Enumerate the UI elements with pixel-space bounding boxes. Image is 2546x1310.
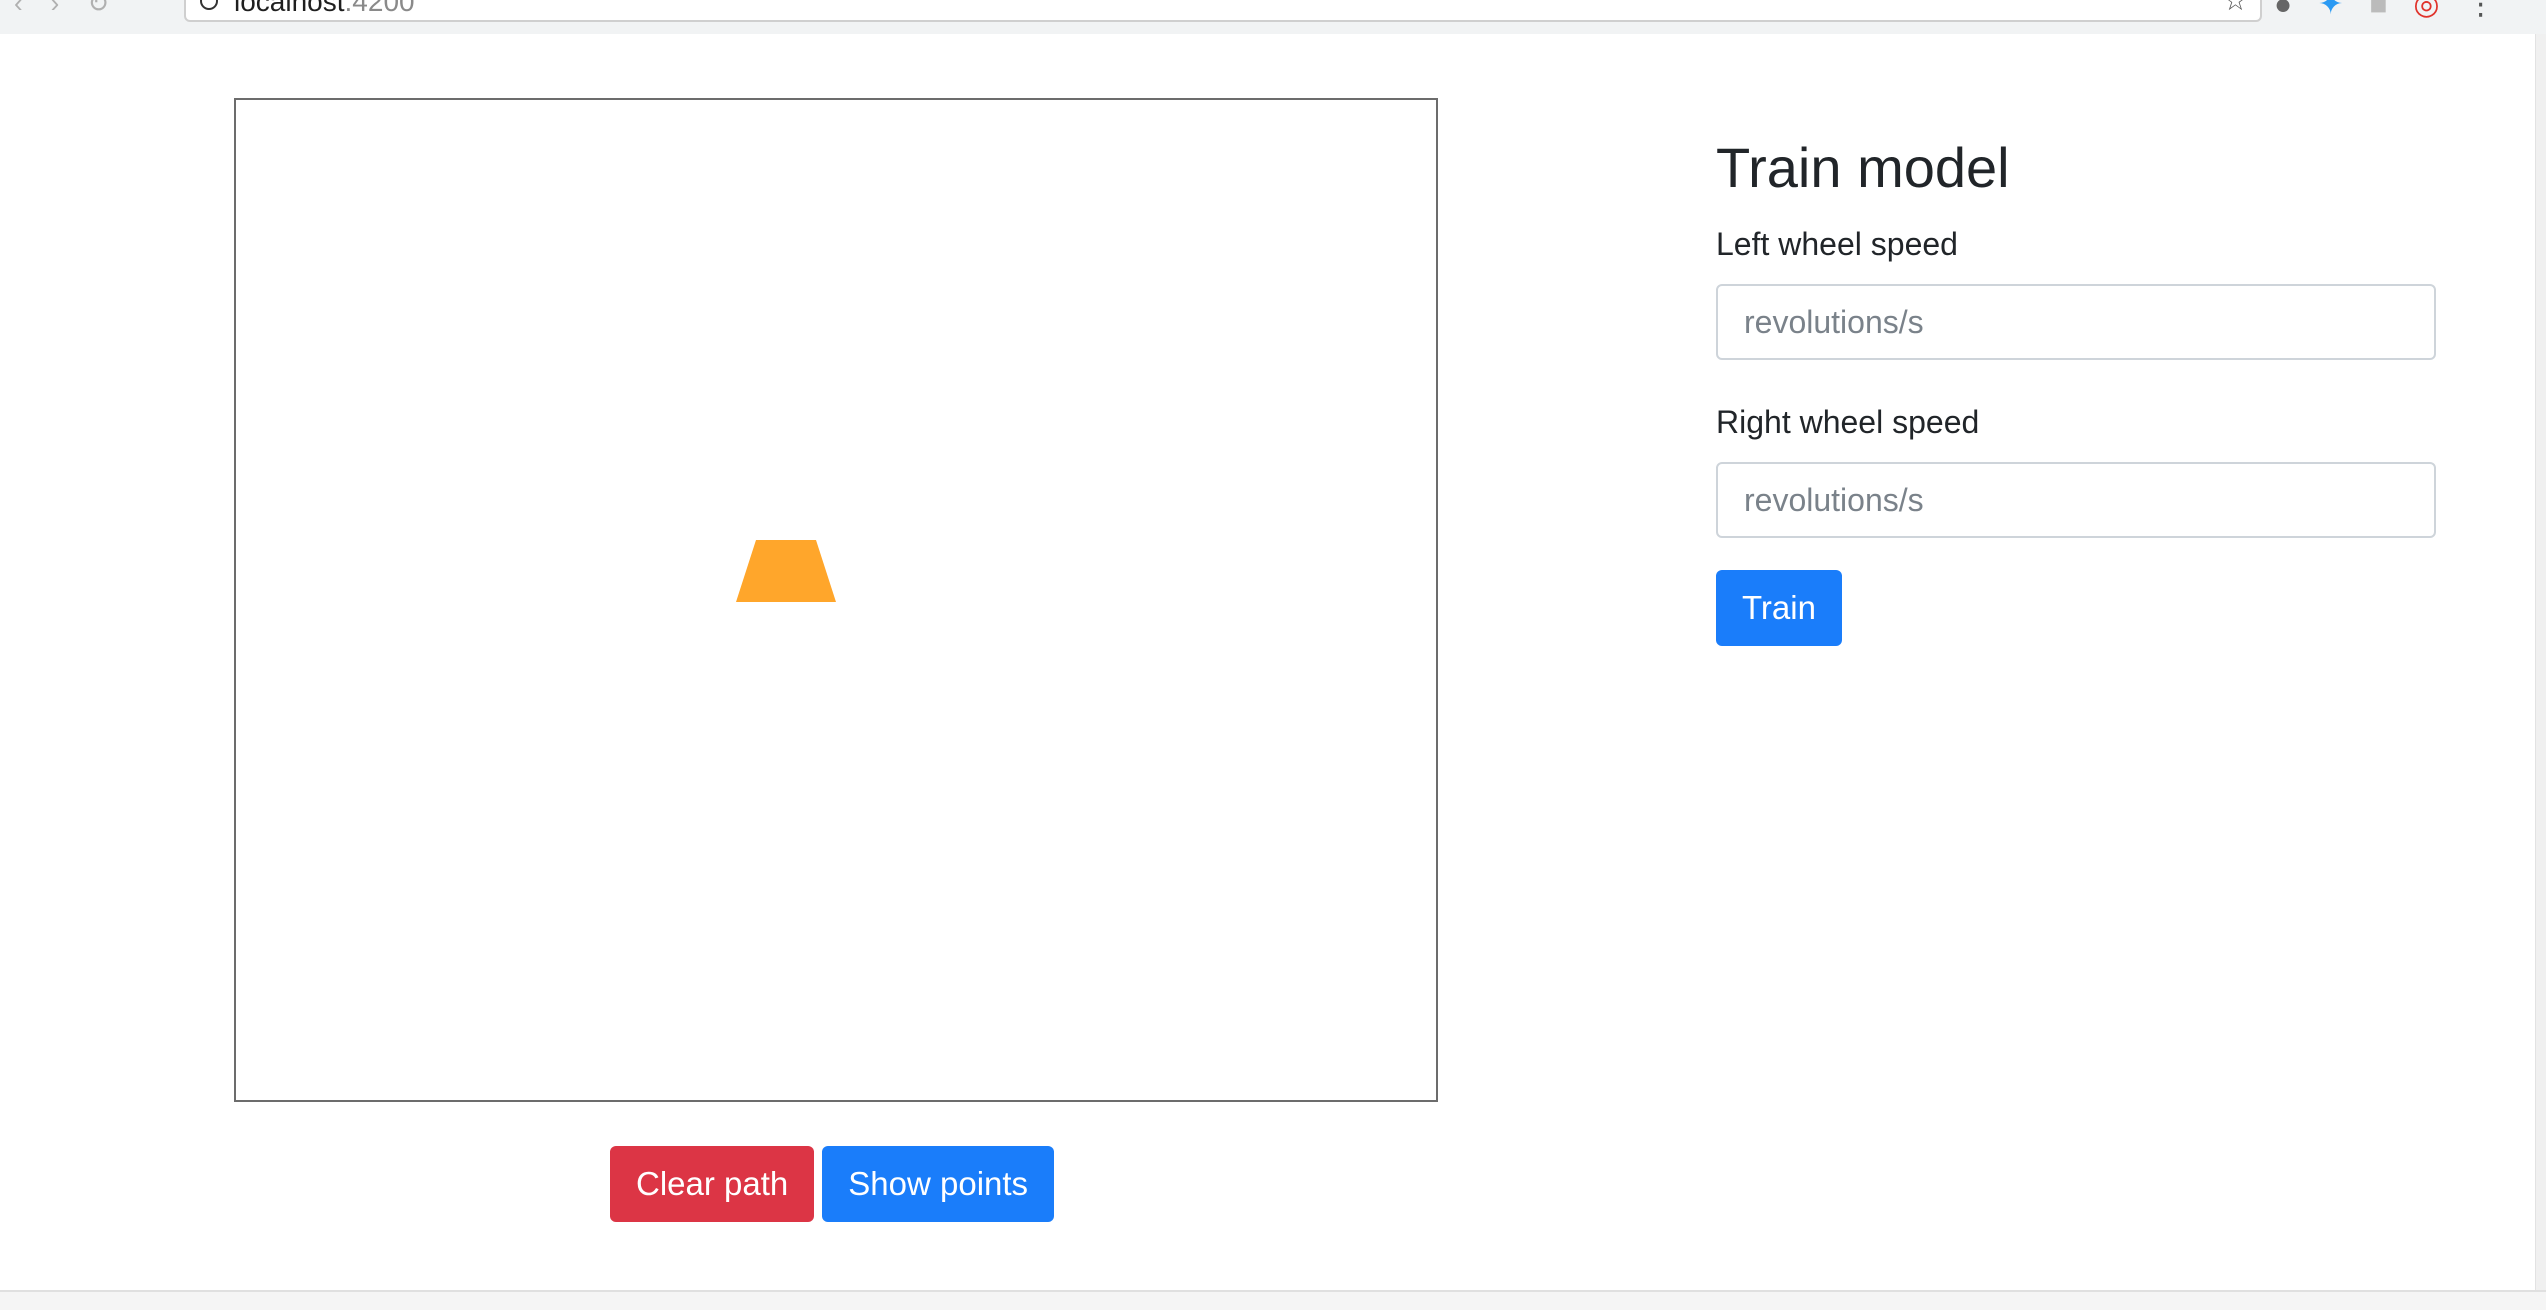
address-text: localhost:4200 <box>234 0 415 18</box>
show-points-button[interactable]: Show points <box>822 1146 1055 1222</box>
address-port: :4200 <box>344 0 415 17</box>
forward-icon[interactable]: › <box>51 0 60 22</box>
clear-path-button[interactable]: Clear path <box>610 1146 815 1222</box>
address-host: localhost <box>234 0 345 17</box>
right-wheel-speed-label: Right wheel speed <box>1716 404 1980 440</box>
page-scrollbar[interactable] <box>2535 34 2546 1290</box>
left-wheel-speed-label: Left wheel speed <box>1716 226 1958 262</box>
browser-nav: ‹ › ↻ <box>14 0 109 22</box>
robot-shape <box>736 540 836 602</box>
extension-icons: ● ✦ ■ ◎ ⋮ <box>2274 0 2496 20</box>
left-wheel-speed-input[interactable] <box>1716 284 2436 360</box>
panel-title: Train model <box>1716 136 2010 199</box>
extension-icon[interactable]: ◎ <box>2413 0 2439 20</box>
extension-icon[interactable]: ✦ <box>2318 0 2343 20</box>
simulation-canvas[interactable] <box>234 98 1438 1102</box>
extension-icon[interactable]: ■ <box>2369 0 2387 20</box>
info-icon[interactable] <box>200 0 218 10</box>
canvas-controls: Clear path Show points <box>610 1146 1055 1222</box>
browser-toolbar: ‹ › ↻ localhost:4200 ☆ ● ✦ ■ ◎ ⋮ <box>0 0 2546 35</box>
reload-icon[interactable]: ↻ <box>87 0 109 22</box>
train-button[interactable]: Train <box>1716 570 1842 646</box>
train-model-panel: Train model Left wheel speed Right wheel… <box>1716 130 2436 646</box>
menu-icon[interactable]: ⋮ <box>2466 0 2496 20</box>
address-bar[interactable]: localhost:4200 ☆ <box>184 0 2262 22</box>
extension-icon[interactable]: ● <box>2274 0 2292 20</box>
back-icon[interactable]: ‹ <box>14 0 23 22</box>
bookmark-star-icon[interactable]: ☆ <box>2223 0 2248 17</box>
window-bottom-edge <box>0 1290 2546 1310</box>
robot-body <box>736 540 836 602</box>
right-wheel-speed-input[interactable] <box>1716 462 2436 538</box>
